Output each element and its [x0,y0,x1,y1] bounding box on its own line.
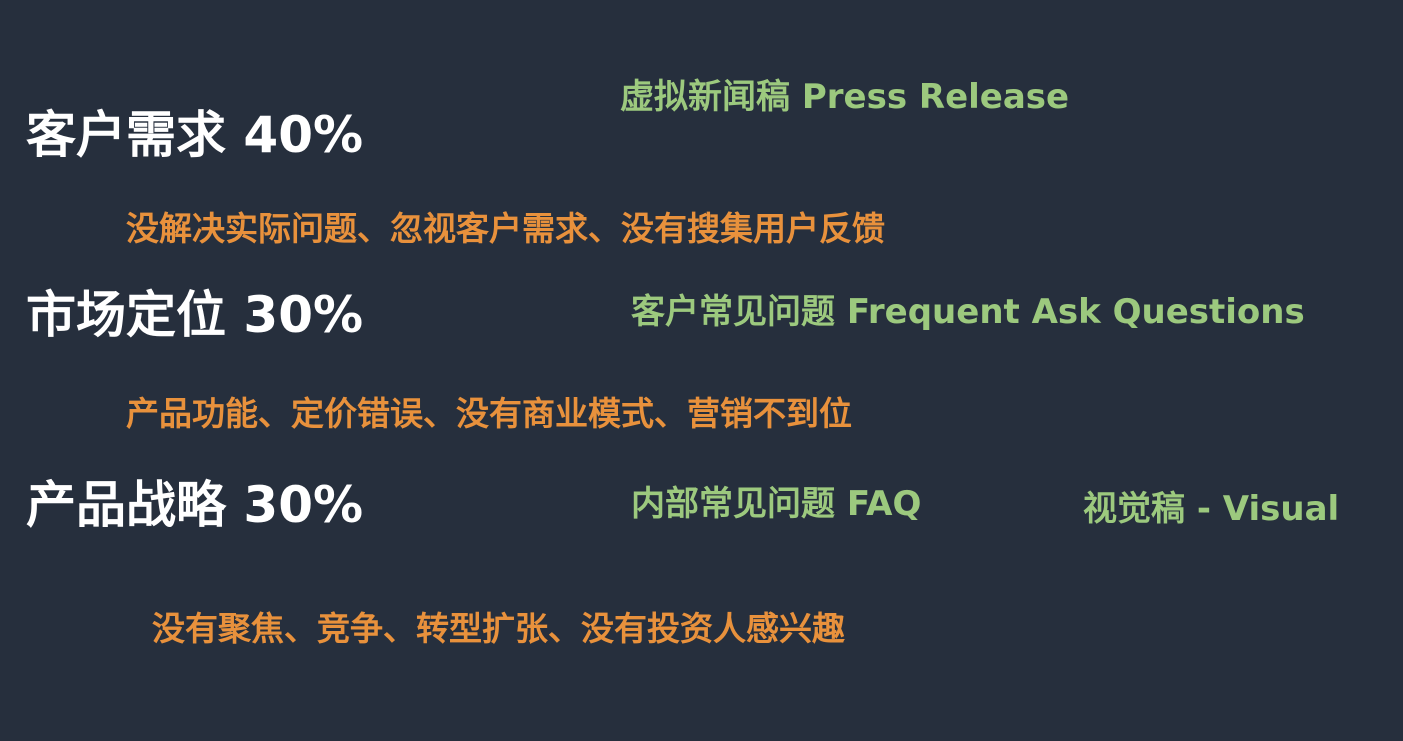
internal-faq-label: 内部常见问题 FAQ [631,484,922,524]
heading-customer-demand: 客户需求 40% [26,106,364,164]
reason-customer-demand: 没解决实际问题、忽视客户需求、没有搜集用户反馈 [126,209,885,248]
customer-faq-label: 客户常见问题 Frequent Ask Questions [631,292,1305,332]
reason-market-positioning: 产品功能、定价错误、没有商业模式、营销不到位 [126,394,852,433]
reason-product-strategy: 没有聚焦、竞争、转型扩张、没有投资人感兴趣 [152,609,845,648]
visual-label: 视觉稿 - Visual [1083,489,1340,529]
press-release-label: 虚拟新闻稿 Press Release [620,77,1070,117]
heading-market-positioning: 市场定位 30% [26,286,364,344]
heading-product-strategy: 产品战略 30% [26,476,364,534]
